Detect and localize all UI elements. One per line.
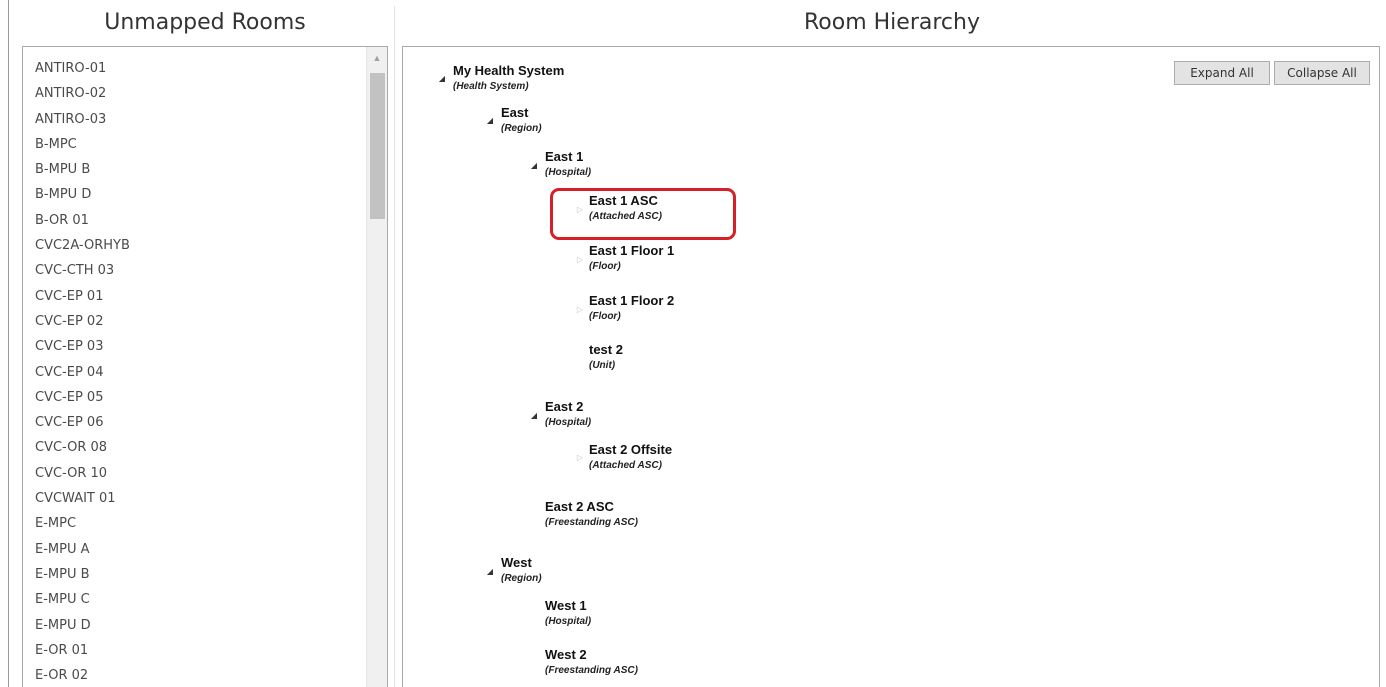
node-type-label: (Hospital) [545,167,592,178]
expand-arrow-icon[interactable]: ▷ [575,453,585,463]
room-list-item[interactable]: B-OR 01 [35,208,130,233]
unmapped-rooms-list[interactable]: ANTIRO-01 ANTIRO-02 ANTIRO-03 B-MPC B-MPU BB… [22,46,388,687]
room-list-item[interactable]: E-MPC [35,511,130,536]
room-list-item[interactable]: ANTIRO-02 [35,81,130,106]
node-name: East 2 [545,399,584,414]
node-name: East 2 Offsite [589,442,673,457]
node-name: East [501,105,529,120]
room-list-item[interactable]: CVC-OR 10 [35,461,130,486]
room-list-item[interactable]: CVC-EP 05 [35,385,130,410]
room-list-item[interactable]: CVC-CTH 03 [35,258,130,283]
room-hierarchy-tree[interactable]: Expand All Collapse All ◢ My Health Syste… [402,46,1380,687]
collapse-arrow-icon[interactable]: ◢ [485,567,495,577]
node-name: East 1 Floor 1 [589,243,675,258]
room-list-item[interactable]: E-MPU D [35,613,130,638]
collapse-arrow-icon[interactable]: ◢ [485,116,495,126]
scroll-thumb[interactable] [370,73,385,219]
node-name: West 2 [545,647,587,662]
list-scrollbar[interactable]: ▲ [366,47,387,687]
node-name: West 1 [545,598,587,613]
collapse-arrow-icon[interactable]: ◢ [529,161,539,171]
highlight-annotation [550,188,736,240]
room-list-item[interactable]: CVC-EP 02 [35,309,130,334]
node-name: East 2 ASC [545,499,614,514]
room-list-item[interactable]: CVC-EP 04 [35,360,130,385]
window-left-edge [8,0,9,687]
room-list-item[interactable]: CVC-OR 08 [35,435,130,460]
expand-arrow-icon[interactable]: ▷ [575,305,585,315]
room-list-item[interactable]: CVC2A-ORHYB [35,233,130,258]
node-type-label: (Hospital) [545,616,592,627]
node-name: East 1 Floor 2 [589,293,675,308]
scroll-up-icon[interactable]: ▲ [367,51,387,65]
room-list-item[interactable]: ANTIRO-03 [35,107,130,132]
room-list-item[interactable]: B-MPU B [35,157,130,182]
node-type-label: (Hospital) [545,417,592,428]
room-list-item[interactable]: E-MPU A [35,537,130,562]
node-type-label: (Region) [501,123,542,134]
collapse-arrow-icon[interactable]: ◢ [529,411,539,421]
unmapped-rooms-title: Unmapped Rooms [104,10,306,35]
room-list-item[interactable]: B-MPU D [35,182,130,207]
node-type-label: (Floor) [589,261,621,272]
node-type-label: (Unit) [589,360,616,371]
room-list-item[interactable]: CVC-EP 01 [35,284,130,309]
expand-all-button[interactable]: Expand All [1174,61,1270,85]
room-list-item[interactable]: CVCWAIT 01 [35,486,130,511]
collapse-arrow-icon[interactable]: ◢ [437,74,447,84]
room-list-item[interactable]: ANTIRO-01 [35,56,130,81]
node-name: test 2 [589,342,623,357]
node-type-label: (Region) [501,573,542,584]
node-type-label: (Freestanding ASC) [545,517,638,528]
expand-arrow-icon[interactable]: ▷ [575,255,585,265]
node-name: West [501,555,532,570]
node-type-label: (Health System) [453,81,529,92]
room-list-item[interactable]: B-MPC [35,132,130,157]
node-type-label: (Floor) [589,311,621,322]
room-list-item[interactable]: CVC-EP 06 [35,410,130,435]
room-list-item[interactable]: E-OR 01 [35,638,130,663]
node-type-label: (Attached ASC) [589,460,662,471]
node-type-label: (Freestanding ASC) [545,665,638,676]
node-name: East 1 [545,149,584,164]
room-list-item[interactable]: CVC-EP 03 [35,334,130,359]
node-name: My Health System [453,63,565,78]
collapse-all-button[interactable]: Collapse All [1274,61,1370,85]
room-list-items: ANTIRO-01 ANTIRO-02 ANTIRO-03 B-MPC B-MPU BB… [35,56,130,687]
room-hierarchy-title: Room Hierarchy [804,10,980,35]
room-list-item[interactable]: E-MPU C [35,587,130,612]
room-list-item[interactable]: E-OR 02 [35,663,130,687]
panel-divider [394,6,395,687]
room-list-item[interactable]: E-MPU B [35,562,130,587]
